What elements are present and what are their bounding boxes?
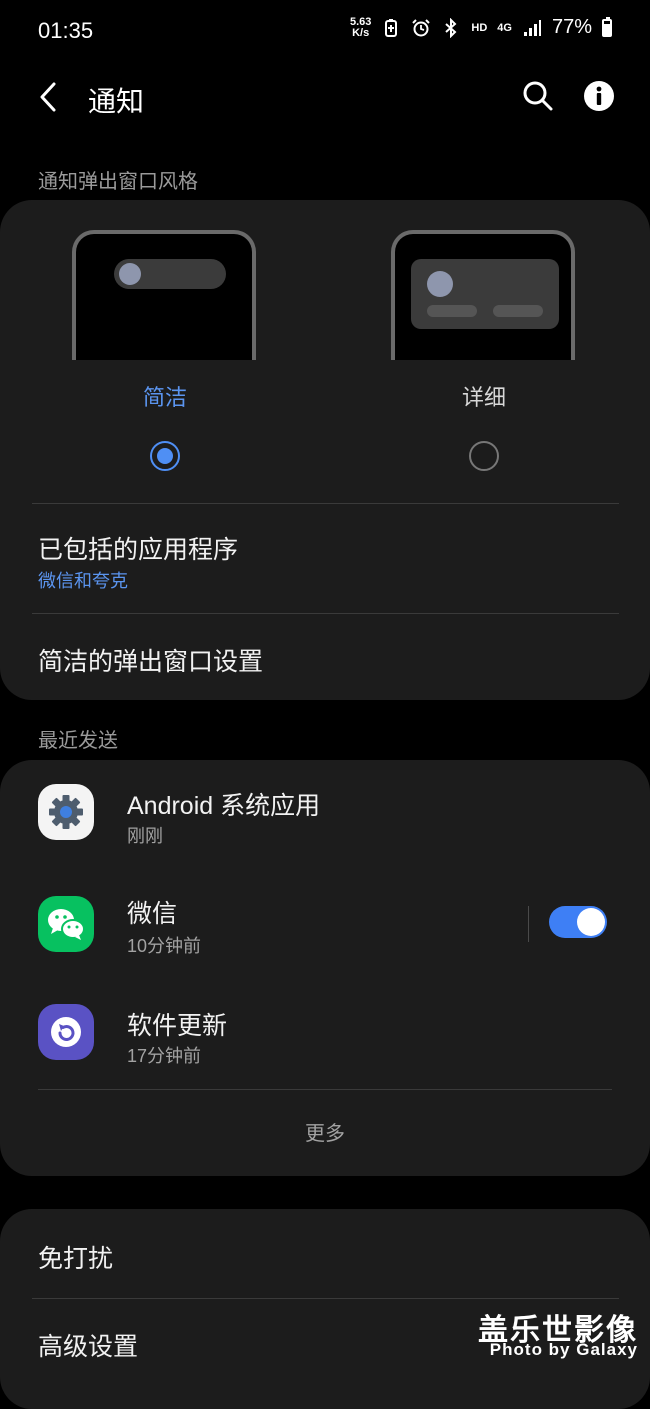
battery-saver-icon — [385, 18, 398, 37]
search-icon[interactable] — [522, 80, 554, 112]
watermark-subtitle: Photo by Galaxy — [489, 1340, 638, 1359]
divider — [38, 1089, 612, 1090]
popup-style-card: 简洁 详细 已包括的应用程序 微信和夸克 简洁的弹出窗口设置 — [0, 200, 650, 700]
battery-fill — [604, 23, 610, 35]
bluetooth-icon — [445, 17, 457, 38]
page-title: 通知 — [88, 86, 145, 117]
brief-popup-settings-row[interactable]: 简洁的弹出窗口设置 — [0, 614, 650, 700]
toggle-separator — [528, 906, 529, 942]
battery-icon — [602, 16, 612, 37]
recent-app-time: 17分钟前 — [127, 1046, 202, 1066]
recent-app-time: 刚刚 — [127, 826, 163, 846]
popup-style-section-label: 通知弹出窗口风格 — [38, 171, 198, 193]
simple-preview-pill — [114, 259, 226, 289]
alarm-icon — [412, 18, 431, 36]
wechat-icon — [38, 896, 94, 952]
simple-style-preview[interactable] — [72, 230, 256, 360]
advanced-settings-title: 高级设置 — [38, 1333, 139, 1361]
toggle-knob — [577, 908, 605, 936]
do-not-disturb-title: 免打扰 — [38, 1245, 114, 1273]
hd-indicator: HD — [471, 21, 488, 34]
status-icons: 5.63 K/s HD 4G 77% — [350, 16, 612, 39]
brief-popup-settings-title: 简洁的弹出窗口设置 — [38, 648, 264, 676]
detailed-style-preview[interactable] — [391, 230, 575, 360]
simple-preview-dot — [119, 263, 141, 285]
wechat-notification-toggle[interactable] — [549, 906, 607, 938]
recent-app-row[interactable]: 微信 10分钟前 — [0, 868, 650, 976]
signal-icon — [523, 19, 541, 36]
simple-option-label[interactable]: 简洁 — [65, 380, 265, 412]
recent-app-name: Android 系统应用 — [127, 792, 321, 820]
net-speed-unit: K/s — [352, 26, 370, 39]
detailed-preview-bar — [427, 305, 477, 317]
recent-app-name: 微信 — [127, 900, 178, 928]
more-button[interactable]: 更多 — [0, 1117, 650, 1146]
detailed-preview-dot — [427, 271, 453, 297]
recent-app-row[interactable]: Android 系统应用 刚刚 — [0, 760, 650, 866]
status-time: 01:35 — [38, 18, 94, 43]
back-chevron-icon[interactable] — [36, 80, 64, 114]
detailed-preview-bar — [493, 305, 543, 317]
do-not-disturb-row[interactable]: 免打扰 — [0, 1209, 650, 1297]
included-apps-title: 已包括的应用程序 — [38, 536, 239, 564]
net-speed-value: 5.63 — [349, 15, 372, 28]
detailed-option-radio[interactable] — [469, 441, 499, 471]
included-apps-value: 微信和夸克 — [38, 571, 128, 591]
detailed-preview-card — [411, 259, 559, 329]
recent-apps-card: Android 系统应用 刚刚 微信 10分钟前 软件更新 17分钟前 更多 — [0, 760, 650, 1176]
info-icon[interactable] — [583, 80, 615, 112]
gear-icon — [38, 784, 94, 840]
recent-section-label: 最近发送 — [38, 730, 118, 752]
recent-app-name: 软件更新 — [127, 1012, 228, 1040]
recent-app-row[interactable]: 软件更新 17分钟前 — [0, 978, 650, 1086]
recent-app-time: 10分钟前 — [127, 936, 202, 956]
simple-option-radio[interactable] — [150, 441, 180, 471]
battery-percent: 77% — [551, 16, 592, 38]
network-type: 4G — [497, 21, 512, 34]
detailed-option-label[interactable]: 详细 — [384, 380, 584, 412]
software-update-icon — [38, 1004, 94, 1060]
net-speed: 5.63 K/s — [349, 15, 372, 39]
included-apps-row[interactable]: 已包括的应用程序 微信和夸克 — [0, 504, 650, 612]
